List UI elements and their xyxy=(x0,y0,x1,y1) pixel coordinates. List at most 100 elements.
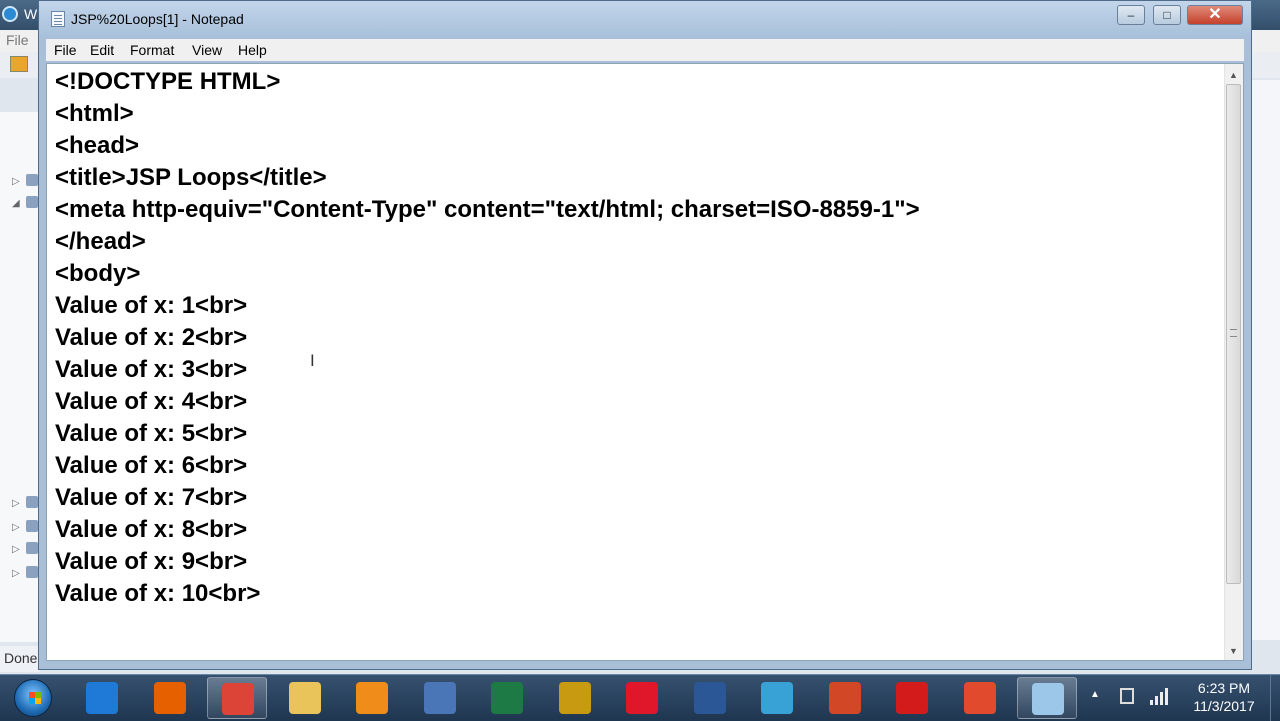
text-editor-area[interactable]: <!DOCTYPE HTML> <html> <head> <title>JSP… xyxy=(46,63,1244,661)
camtasia-icon xyxy=(963,682,996,714)
notepad-titlebar[interactable]: JSP%20Loops[1] - Notepad – □ ✕ xyxy=(39,1,1251,37)
clock-time: 6:23 PM xyxy=(1197,680,1251,696)
taskbar-calendar-app-button[interactable] xyxy=(410,677,470,719)
scroll-up-arrow-icon[interactable]: ▲ xyxy=(1229,70,1238,80)
background-menu-file[interactable]: File xyxy=(6,32,29,48)
taskbar-media-player-button[interactable] xyxy=(342,677,402,719)
signal-bar xyxy=(1150,700,1153,705)
firefox-icon xyxy=(153,682,186,714)
chrome-icon xyxy=(222,683,254,715)
tree-expand-icon[interactable]: ▷ xyxy=(12,176,20,187)
code-line: Value of x: 8<br> xyxy=(55,516,248,543)
audio-app-icon xyxy=(558,682,591,714)
taskbar-chrome-button[interactable] xyxy=(207,677,267,719)
tree-expand-icon[interactable]: ▷ xyxy=(12,498,20,509)
code-line: Value of x: 4<br> xyxy=(55,388,248,415)
ibeam-cursor-icon: I xyxy=(310,351,315,370)
code-line: <meta http-equiv="Content-Type" content=… xyxy=(55,196,920,223)
project-node-icon xyxy=(26,542,38,554)
new-folder-icon[interactable] xyxy=(10,56,28,72)
project-node-icon xyxy=(26,566,38,578)
calendar-app-icon xyxy=(423,682,456,714)
file-explorer-icon xyxy=(288,682,321,714)
signal-bar xyxy=(1155,696,1158,705)
project-node-icon xyxy=(26,520,38,532)
code-line: Value of x: 9<br> xyxy=(55,548,248,575)
taskbar-camtasia-button[interactable] xyxy=(950,677,1010,719)
taskbar-powerpoint-button[interactable] xyxy=(815,677,875,719)
network-signal-icon[interactable] xyxy=(1150,687,1168,705)
background-project-panel: ▷ ◢ ▷ ▷ ▷ ▷ xyxy=(0,112,41,642)
taskbar-internet-explorer-button[interactable] xyxy=(72,677,132,719)
windows-logo-icon xyxy=(14,679,52,717)
vertical-scrollbar[interactable]: ▲ ▼ xyxy=(1224,64,1243,660)
taskbar-network-app-button[interactable] xyxy=(747,677,807,719)
status-text: Done xyxy=(4,650,38,666)
background-app-title: W xyxy=(24,6,38,22)
notepad-icon xyxy=(1032,683,1064,715)
background-right-panel xyxy=(1250,80,1280,640)
code-line: Value of x: 10<br> xyxy=(55,580,261,607)
opera-icon xyxy=(626,682,658,714)
project-node-icon xyxy=(26,196,38,208)
notepad-window: JSP%20Loops[1] - Notepad – □ ✕ File Edit… xyxy=(38,0,1252,670)
windows-flag-icon xyxy=(29,692,41,704)
taskbar: ▲ 6:23 PM 11/3/2017 xyxy=(0,674,1280,721)
background-status-bar: Done xyxy=(0,646,40,672)
signal-bar xyxy=(1160,692,1163,705)
menu-edit[interactable]: Edit xyxy=(90,42,114,58)
notepad-icon xyxy=(51,11,65,27)
excel-icon xyxy=(491,682,523,714)
tree-expand-icon[interactable]: ▷ xyxy=(12,522,20,533)
taskbar-acrobat-button[interactable] xyxy=(882,677,942,719)
code-line: <html> xyxy=(55,100,134,127)
network-app-icon xyxy=(761,682,793,714)
document-text[interactable]: <!DOCTYPE HTML> <html> <head> <title>JSP… xyxy=(55,66,920,610)
show-desktop-button[interactable] xyxy=(1270,675,1280,721)
window-title: JSP%20Loops[1] - Notepad xyxy=(71,11,244,27)
code-line: <body> xyxy=(55,260,141,287)
close-button[interactable]: ✕ xyxy=(1187,5,1243,25)
clock-date: 11/3/2017 xyxy=(1193,698,1255,714)
scroll-grip-icon xyxy=(1230,329,1237,337)
taskbar-file-explorer-button[interactable] xyxy=(275,677,335,719)
taskbar-notepad-button[interactable] xyxy=(1017,677,1077,719)
media-player-icon xyxy=(356,682,388,714)
menu-format[interactable]: Format xyxy=(130,42,174,58)
menu-help[interactable]: Help xyxy=(238,42,267,58)
code-line: Value of x: 7<br> xyxy=(55,484,248,511)
app-logo-icon xyxy=(2,6,18,22)
start-button[interactable] xyxy=(6,677,60,719)
tree-expand-icon[interactable]: ▷ xyxy=(12,544,20,555)
menu-file[interactable]: File xyxy=(54,42,77,58)
notepad-menubar: File Edit Format View Help xyxy=(46,39,1244,61)
internet-explorer-icon xyxy=(86,682,118,714)
signal-bar xyxy=(1165,688,1168,705)
project-node-icon xyxy=(26,174,38,186)
power-status-icon[interactable] xyxy=(1120,688,1134,704)
code-line: <head> xyxy=(55,132,140,159)
code-line: </head> xyxy=(55,228,146,255)
taskbar-word-button[interactable] xyxy=(680,677,740,719)
tree-collapse-icon[interactable]: ◢ xyxy=(12,198,20,209)
scroll-down-arrow-icon[interactable]: ▼ xyxy=(1229,646,1238,656)
code-line: Value of x: 6<br> xyxy=(55,452,248,479)
taskbar-excel-button[interactable] xyxy=(477,677,537,719)
taskbar-firefox-button[interactable] xyxy=(140,677,200,719)
maximize-button[interactable]: □ xyxy=(1153,5,1181,25)
show-hidden-icons-icon[interactable]: ▲ xyxy=(1090,689,1100,700)
acrobat-icon xyxy=(896,682,928,714)
minimize-button[interactable]: – xyxy=(1117,5,1145,25)
tree-expand-icon[interactable]: ▷ xyxy=(12,568,20,579)
scrollbar-thumb[interactable] xyxy=(1226,84,1241,584)
taskbar-opera-button[interactable] xyxy=(612,677,672,719)
taskbar-audio-app-button[interactable] xyxy=(545,677,605,719)
powerpoint-icon xyxy=(828,682,861,714)
code-line: Value of x: 3<br> xyxy=(55,356,248,383)
menu-view[interactable]: View xyxy=(192,42,222,58)
project-node-icon xyxy=(26,496,38,508)
system-clock[interactable]: 6:23 PM 11/3/2017 xyxy=(1180,679,1268,715)
code-line: <!DOCTYPE HTML> xyxy=(55,68,281,95)
word-icon xyxy=(693,682,726,714)
code-line: Value of x: 5<br> xyxy=(55,420,248,447)
